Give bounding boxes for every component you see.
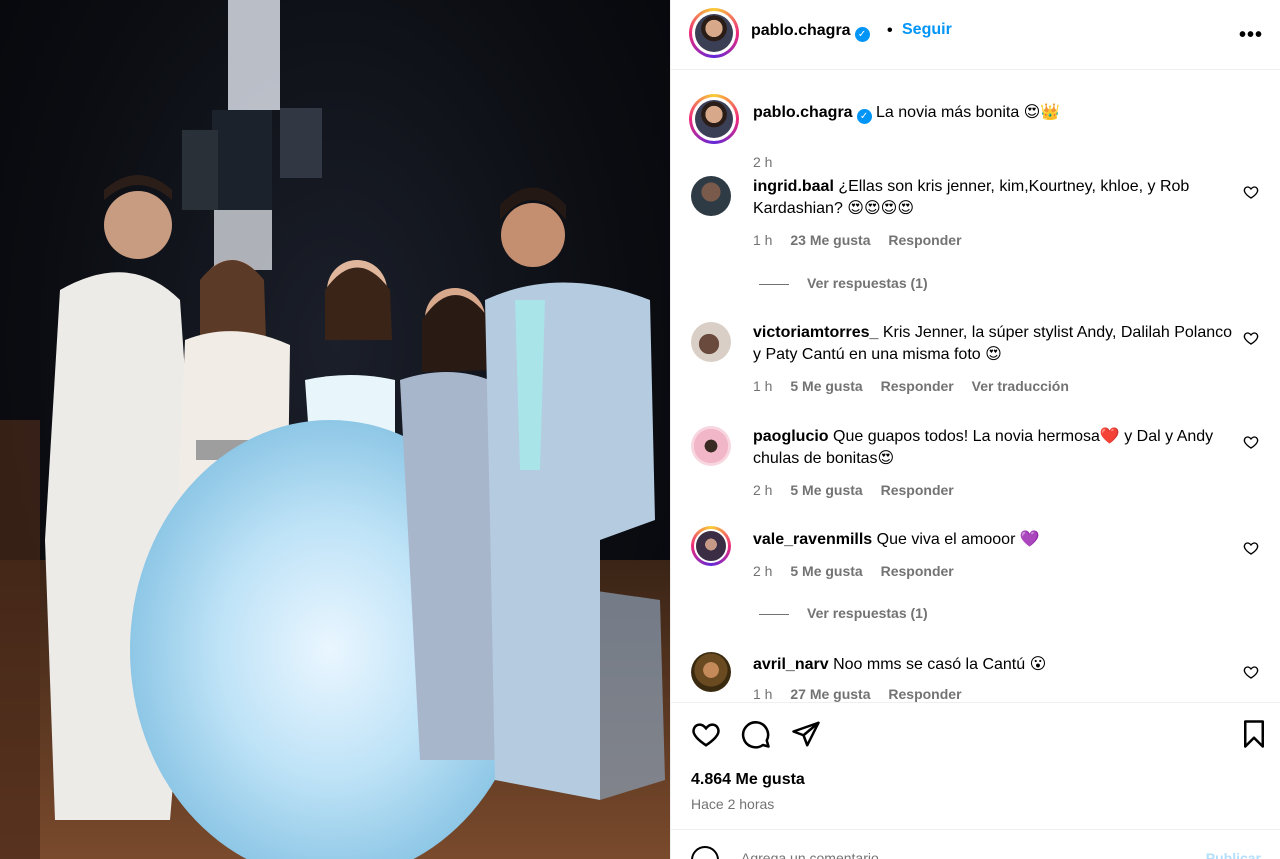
comment-likes[interactable]: 5 Me gusta — [790, 378, 862, 394]
publish-button[interactable]: Publicar — [1206, 850, 1261, 859]
group-photo-illustration — [0, 0, 670, 859]
comment-time: 2 h — [753, 563, 773, 579]
view-replies-label: Ver respuestas (1) — [807, 275, 928, 291]
comment-username[interactable]: paoglucio — [753, 428, 829, 445]
add-comment-input[interactable]: Agrega un comentario... — [741, 850, 890, 859]
post-likes-count[interactable]: 4.864 Me gusta — [691, 771, 805, 789]
commenter-avatar[interactable] — [691, 426, 731, 466]
commenter-avatar[interactable] — [691, 526, 731, 566]
caption-username[interactable]: pablo.chagra — [753, 104, 853, 121]
comment-likes[interactable]: 5 Me gusta — [790, 482, 862, 498]
post-details-panel: pablo.chagra ✓ • Seguir ••• pablo.chagra ✓… — [670, 0, 1280, 859]
comment-meta: 1 h 23 Me gusta Responder — [753, 232, 976, 248]
caption-text: La novia más bonita 😍👑 — [876, 104, 1061, 121]
like-heart-icon[interactable] — [691, 719, 721, 749]
comment-text: Noo mms se casó la Cantú 😮 — [833, 656, 1047, 673]
add-comment-bar: Agrega un comentario... Publicar — [671, 829, 1280, 859]
comment-meta: 2 h 5 Me gusta Responder — [753, 563, 968, 579]
header-avatar[interactable] — [689, 8, 739, 58]
commenter-avatar[interactable] — [691, 652, 731, 692]
reply-button[interactable]: Responder — [881, 482, 954, 498]
comment-likes[interactable]: 27 Me gusta — [790, 686, 870, 702]
like-comment-heart-icon[interactable] — [1243, 434, 1259, 450]
follow-button[interactable]: Seguir — [902, 21, 952, 39]
verified-badge-icon: ✓ — [856, 109, 872, 124]
comment-time: 2 h — [753, 482, 773, 498]
replies-divider — [759, 283, 789, 285]
view-replies-label: Ver respuestas (1) — [807, 605, 928, 621]
like-comment-heart-icon[interactable] — [1243, 330, 1259, 346]
like-comment-heart-icon[interactable] — [1243, 664, 1259, 680]
reply-button[interactable]: Responder — [881, 378, 954, 394]
comment-likes[interactable]: 23 Me gusta — [790, 232, 870, 248]
separator-dot: • — [887, 22, 893, 39]
comment-username[interactable]: vale_ravenmills — [753, 531, 872, 548]
avatar-icon — [694, 529, 728, 563]
caption-avatar[interactable] — [689, 94, 739, 144]
commenter-avatar[interactable] — [691, 322, 731, 362]
comment-time: 1 h — [753, 378, 773, 394]
save-bookmark-icon[interactable] — [1239, 719, 1269, 749]
emoji-icon[interactable] — [691, 846, 719, 859]
avatar-icon — [695, 14, 733, 52]
comment-meta: 2 h 5 Me gusta Responder — [753, 482, 968, 498]
post-photo[interactable] — [0, 0, 670, 859]
post-header: pablo.chagra ✓ • Seguir ••• — [671, 0, 1280, 70]
comment-meta: 1 h 27 Me gusta Responder — [753, 686, 976, 702]
reply-button[interactable]: Responder — [881, 563, 954, 579]
view-replies-button[interactable]: Ver respuestas (1) — [759, 275, 928, 291]
replies-divider — [759, 613, 789, 615]
comment-time: 1 h — [753, 232, 773, 248]
post-actions: 4.864 Me gusta Hace 2 horas — [671, 702, 1280, 829]
more-options-icon[interactable]: ••• — [1239, 24, 1263, 47]
header-username[interactable]: pablo.chagra — [751, 22, 851, 39]
like-comment-heart-icon[interactable] — [1243, 184, 1259, 200]
avatar-icon — [695, 100, 733, 138]
view-replies-button[interactable]: Ver respuestas (1) — [759, 605, 928, 621]
comment-username[interactable]: avril_narv — [753, 656, 829, 673]
commenter-avatar[interactable] — [691, 176, 731, 216]
comment-username[interactable]: ingrid.baal — [753, 178, 834, 195]
post-time-ago: Hace 2 horas — [691, 796, 775, 812]
reply-button[interactable]: Responder — [888, 232, 961, 248]
verified-badge-icon: ✓ — [854, 27, 870, 42]
translate-button[interactable]: Ver traducción — [972, 378, 1069, 394]
comment-meta: 1 h 5 Me gusta Responder Ver traducción — [753, 378, 1083, 394]
comment-likes[interactable]: 5 Me gusta — [790, 563, 862, 579]
comment-username[interactable]: victoriamtorres_ — [753, 324, 878, 341]
share-paper-plane-icon[interactable] — [791, 719, 821, 749]
reply-button[interactable]: Responder — [888, 686, 961, 702]
caption-time: 2 h — [753, 154, 773, 170]
comment-text: Que viva el amooor 💜 — [876, 531, 1040, 548]
comments-scroll[interactable]: pablo.chagra ✓ La novia más bonita 😍👑 2 h… — [671, 70, 1280, 702]
comment-bubble-icon[interactable] — [741, 719, 771, 749]
comment-time: 1 h — [753, 686, 773, 702]
like-comment-heart-icon[interactable] — [1243, 540, 1259, 556]
